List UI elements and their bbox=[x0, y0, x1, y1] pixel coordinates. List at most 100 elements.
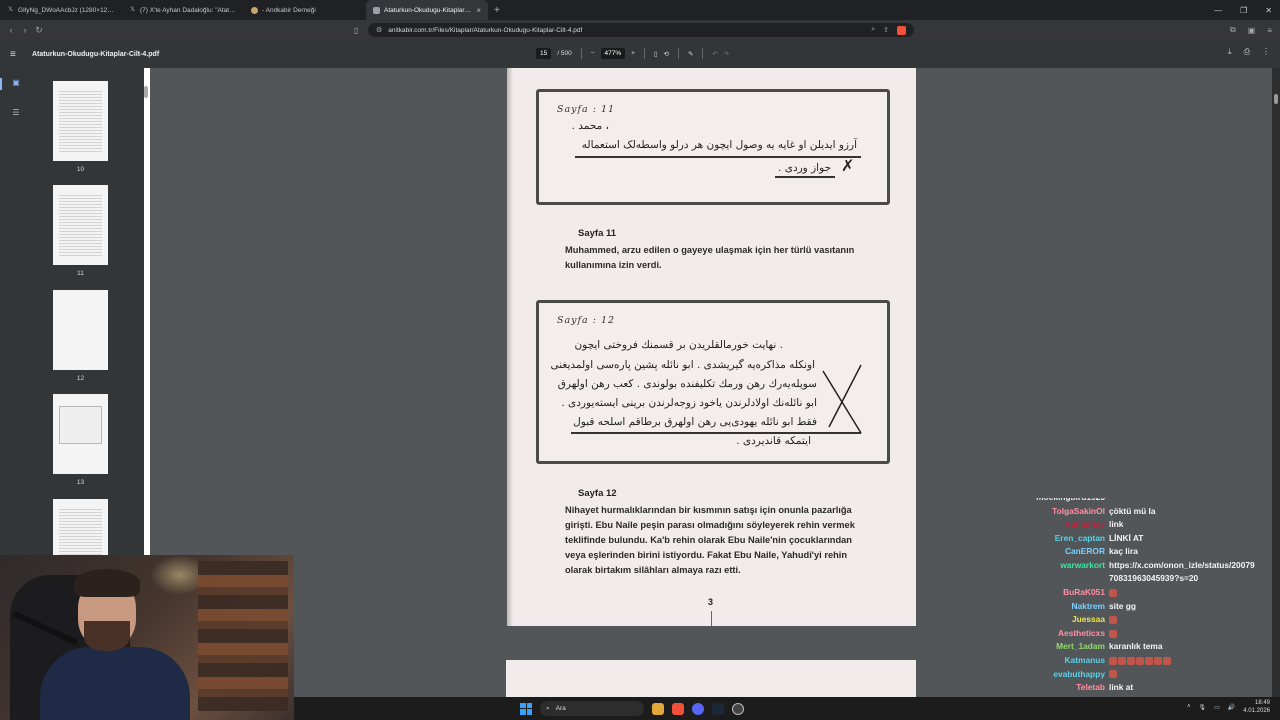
discord-icon[interactable] bbox=[692, 702, 704, 715]
volume-icon[interactable]: 🔊 bbox=[1228, 704, 1235, 711]
microphone-icon[interactable]: 🎙 bbox=[1199, 704, 1207, 711]
document-scrollbar[interactable] bbox=[1274, 94, 1278, 104]
rotate-icon[interactable]: ⟲ bbox=[664, 50, 669, 58]
zoom-input[interactable]: 477% bbox=[600, 48, 626, 59]
thumbnail-scrollbar[interactable] bbox=[144, 86, 148, 98]
zoom-out-button[interactable]: − bbox=[591, 50, 595, 57]
chat-username[interactable]: TolgaSakinOl bbox=[1052, 506, 1105, 516]
tab-3[interactable]: - Anıtkabir Derneği bbox=[244, 0, 366, 20]
emote-icon bbox=[1109, 588, 1117, 597]
back-icon[interactable]: ‹ bbox=[4, 25, 18, 35]
obs-icon[interactable] bbox=[732, 702, 744, 715]
brave-browser-icon[interactable] bbox=[672, 702, 684, 715]
chat-username[interactable]: Aestheticxs bbox=[1058, 628, 1105, 638]
page-total: / 500 bbox=[557, 50, 572, 57]
taskbar-search[interactable]: ⌕ Ara bbox=[540, 701, 644, 716]
chat-username[interactable]: Katmanus bbox=[1065, 655, 1106, 665]
ottoman-line: آرزو ایدیلن او غایه یه وصول ایچون هر درل… bbox=[581, 139, 857, 151]
pdf-filename: Ataturkun-Okudugu-Kitaplar-Cilt-4.pdf bbox=[32, 50, 160, 58]
handwritten-underline bbox=[571, 432, 861, 434]
wallet-icon[interactable]: ▣ bbox=[1248, 26, 1256, 35]
navigation-bar: ‹ › ↻ ▯ ⚙ anitkabir.com.tr/Files/Kitapla… bbox=[0, 20, 1280, 40]
minimize-icon[interactable]: — bbox=[1214, 6, 1222, 15]
thumbnail-page[interactable] bbox=[53, 185, 108, 265]
brave-shield-icon[interactable] bbox=[897, 25, 906, 35]
page-number-input[interactable]: 15 bbox=[536, 48, 552, 59]
annotate-icon[interactable]: ✎ bbox=[688, 50, 693, 58]
thumbnail-page[interactable] bbox=[53, 499, 108, 555]
thumbnail-page[interactable] bbox=[53, 290, 108, 370]
chat-username[interactable]: warwarkort bbox=[1060, 560, 1105, 570]
file-explorer-icon[interactable] bbox=[652, 702, 664, 715]
tab-1[interactable]: 𝕏 GIlyNg_DWoAAcbJz (1280×1280) bbox=[0, 0, 122, 20]
clock[interactable]: 18:49 4.01.2026 bbox=[1243, 699, 1270, 715]
thumbnail-number: 11 bbox=[77, 270, 84, 277]
redo-icon[interactable]: ↷ bbox=[724, 50, 729, 58]
fit-page-icon[interactable]: ▯ bbox=[654, 50, 658, 58]
site-info-icon[interactable]: ⚙ bbox=[376, 26, 382, 34]
zoom-icon[interactable]: ⌕ bbox=[871, 26, 875, 35]
pdf-controls: 15 / 500 − 477% + ▯ ⟲ ✎ ↶ ↷ bbox=[536, 48, 729, 59]
thumbnail-page[interactable] bbox=[53, 394, 108, 474]
tab-label: Ataturkun-Okudugu-Kitaplar-Cilt- bbox=[384, 6, 473, 14]
screen: { "browser": { "tabs": [ {"label": "GIly… bbox=[0, 0, 1280, 720]
chat-username[interactable]: Mert_1adam bbox=[1056, 641, 1105, 651]
more-options-icon[interactable]: ⋮ bbox=[1262, 47, 1270, 57]
display-icon[interactable]: ▭ bbox=[1214, 704, 1220, 711]
streamer-beard bbox=[84, 621, 130, 651]
zoom-in-button[interactable]: + bbox=[631, 50, 635, 57]
chat-emotes bbox=[1109, 669, 1118, 679]
close-window-icon[interactable]: ✕ bbox=[1265, 6, 1272, 15]
browser-actions: ⧉ ▣ ≡ bbox=[1230, 20, 1272, 40]
chat-message: Eren_captan LİNKİ AT bbox=[1005, 533, 1280, 547]
address-bar[interactable]: ⚙ anitkabir.com.tr/Files/Kitaplar/Atatur… bbox=[368, 23, 914, 37]
chat-text: https://x.com/onon_izle/status/20079 bbox=[1109, 560, 1255, 570]
thumbnails-icon[interactable]: ▣ bbox=[11, 78, 21, 88]
box-label: Sayfa : 12 bbox=[557, 315, 616, 326]
page-binding-shadow bbox=[507, 68, 513, 626]
chat-username[interactable]: BuRaK051 bbox=[1063, 587, 1105, 597]
download-icon[interactable]: ⤓ bbox=[1228, 47, 1232, 57]
chat-username[interactable]: mockingbird1923 bbox=[1036, 498, 1105, 502]
selection-indicator bbox=[0, 78, 2, 90]
chat-username[interactable]: Naktrem bbox=[1071, 601, 1105, 611]
chat-username[interactable]: Rumentay bbox=[1065, 519, 1106, 529]
tab-active[interactable]: Ataturkun-Okudugu-Kitaplar-Cilt- × bbox=[366, 0, 488, 20]
section-text: Muhammed, arzu edilen o gayeye ulaşmak i… bbox=[565, 245, 855, 270]
chat-text: çöktü mü la bbox=[1109, 505, 1156, 516]
chat-username[interactable]: CanEROR bbox=[1065, 546, 1105, 556]
tab-2[interactable]: 𝕏 (7) X'te Ayhan Dadaloğlu: "Atatürk'ü bbox=[122, 0, 244, 20]
pdf-page: Sayfa : 11 ، محمد . آرزو ایدیلن او غایه … bbox=[507, 68, 916, 626]
ottoman-line: . نهایت خورمالقلریدن بر قسمنك فروختی ایچ… bbox=[574, 339, 783, 351]
close-icon[interactable]: × bbox=[476, 6, 481, 15]
chat-message: Naktrem site gg bbox=[1005, 601, 1280, 615]
print-icon[interactable]: ⎙ bbox=[1244, 47, 1250, 57]
chat-message: CanEROR kaç lira bbox=[1005, 546, 1280, 560]
windows-start-icon[interactable] bbox=[520, 702, 532, 715]
bookmark-icon[interactable]: ▯ bbox=[354, 26, 358, 35]
chat-username[interactable]: Teletab bbox=[1076, 682, 1105, 692]
reload-icon[interactable]: ↻ bbox=[32, 25, 46, 36]
ottoman-text-box: Sayfa : 12 . نهایت خورمالقلریدن بر قسمنك… bbox=[536, 300, 890, 464]
sidebar-menu-icon[interactable]: ≡ bbox=[10, 49, 16, 60]
thumbnail-page[interactable] bbox=[53, 81, 108, 161]
chat-username[interactable]: Eren_captan bbox=[1055, 533, 1105, 543]
menu-icon[interactable]: ≡ bbox=[1267, 26, 1272, 35]
chat-username[interactable]: Juessaa bbox=[1072, 614, 1105, 624]
share-icon[interactable]: ⇪ bbox=[883, 26, 889, 35]
chat-message: warwarkort 70831963045939?s=20 https://x.c… bbox=[1005, 560, 1280, 583]
forward-icon[interactable]: › bbox=[18, 25, 32, 35]
bookshelf bbox=[198, 561, 288, 711]
extensions-icon[interactable]: ⧉ bbox=[1230, 25, 1236, 35]
undo-icon[interactable]: ↶ bbox=[712, 50, 717, 58]
thumbnail-number: 12 bbox=[76, 375, 85, 382]
chat-message: BuRaK051 bbox=[1005, 587, 1280, 601]
steam-icon[interactable] bbox=[712, 702, 724, 715]
tray-chevron-icon[interactable]: ˄ bbox=[1187, 704, 1191, 710]
new-tab-button[interactable]: + bbox=[488, 5, 506, 16]
x-icon: 𝕏 bbox=[8, 6, 13, 13]
emote-icon bbox=[1109, 670, 1117, 679]
outline-icon[interactable]: ☰ bbox=[11, 108, 21, 118]
chat-username[interactable]: evabuthappy bbox=[1053, 669, 1105, 679]
restore-icon[interactable]: ❐ bbox=[1240, 6, 1247, 15]
